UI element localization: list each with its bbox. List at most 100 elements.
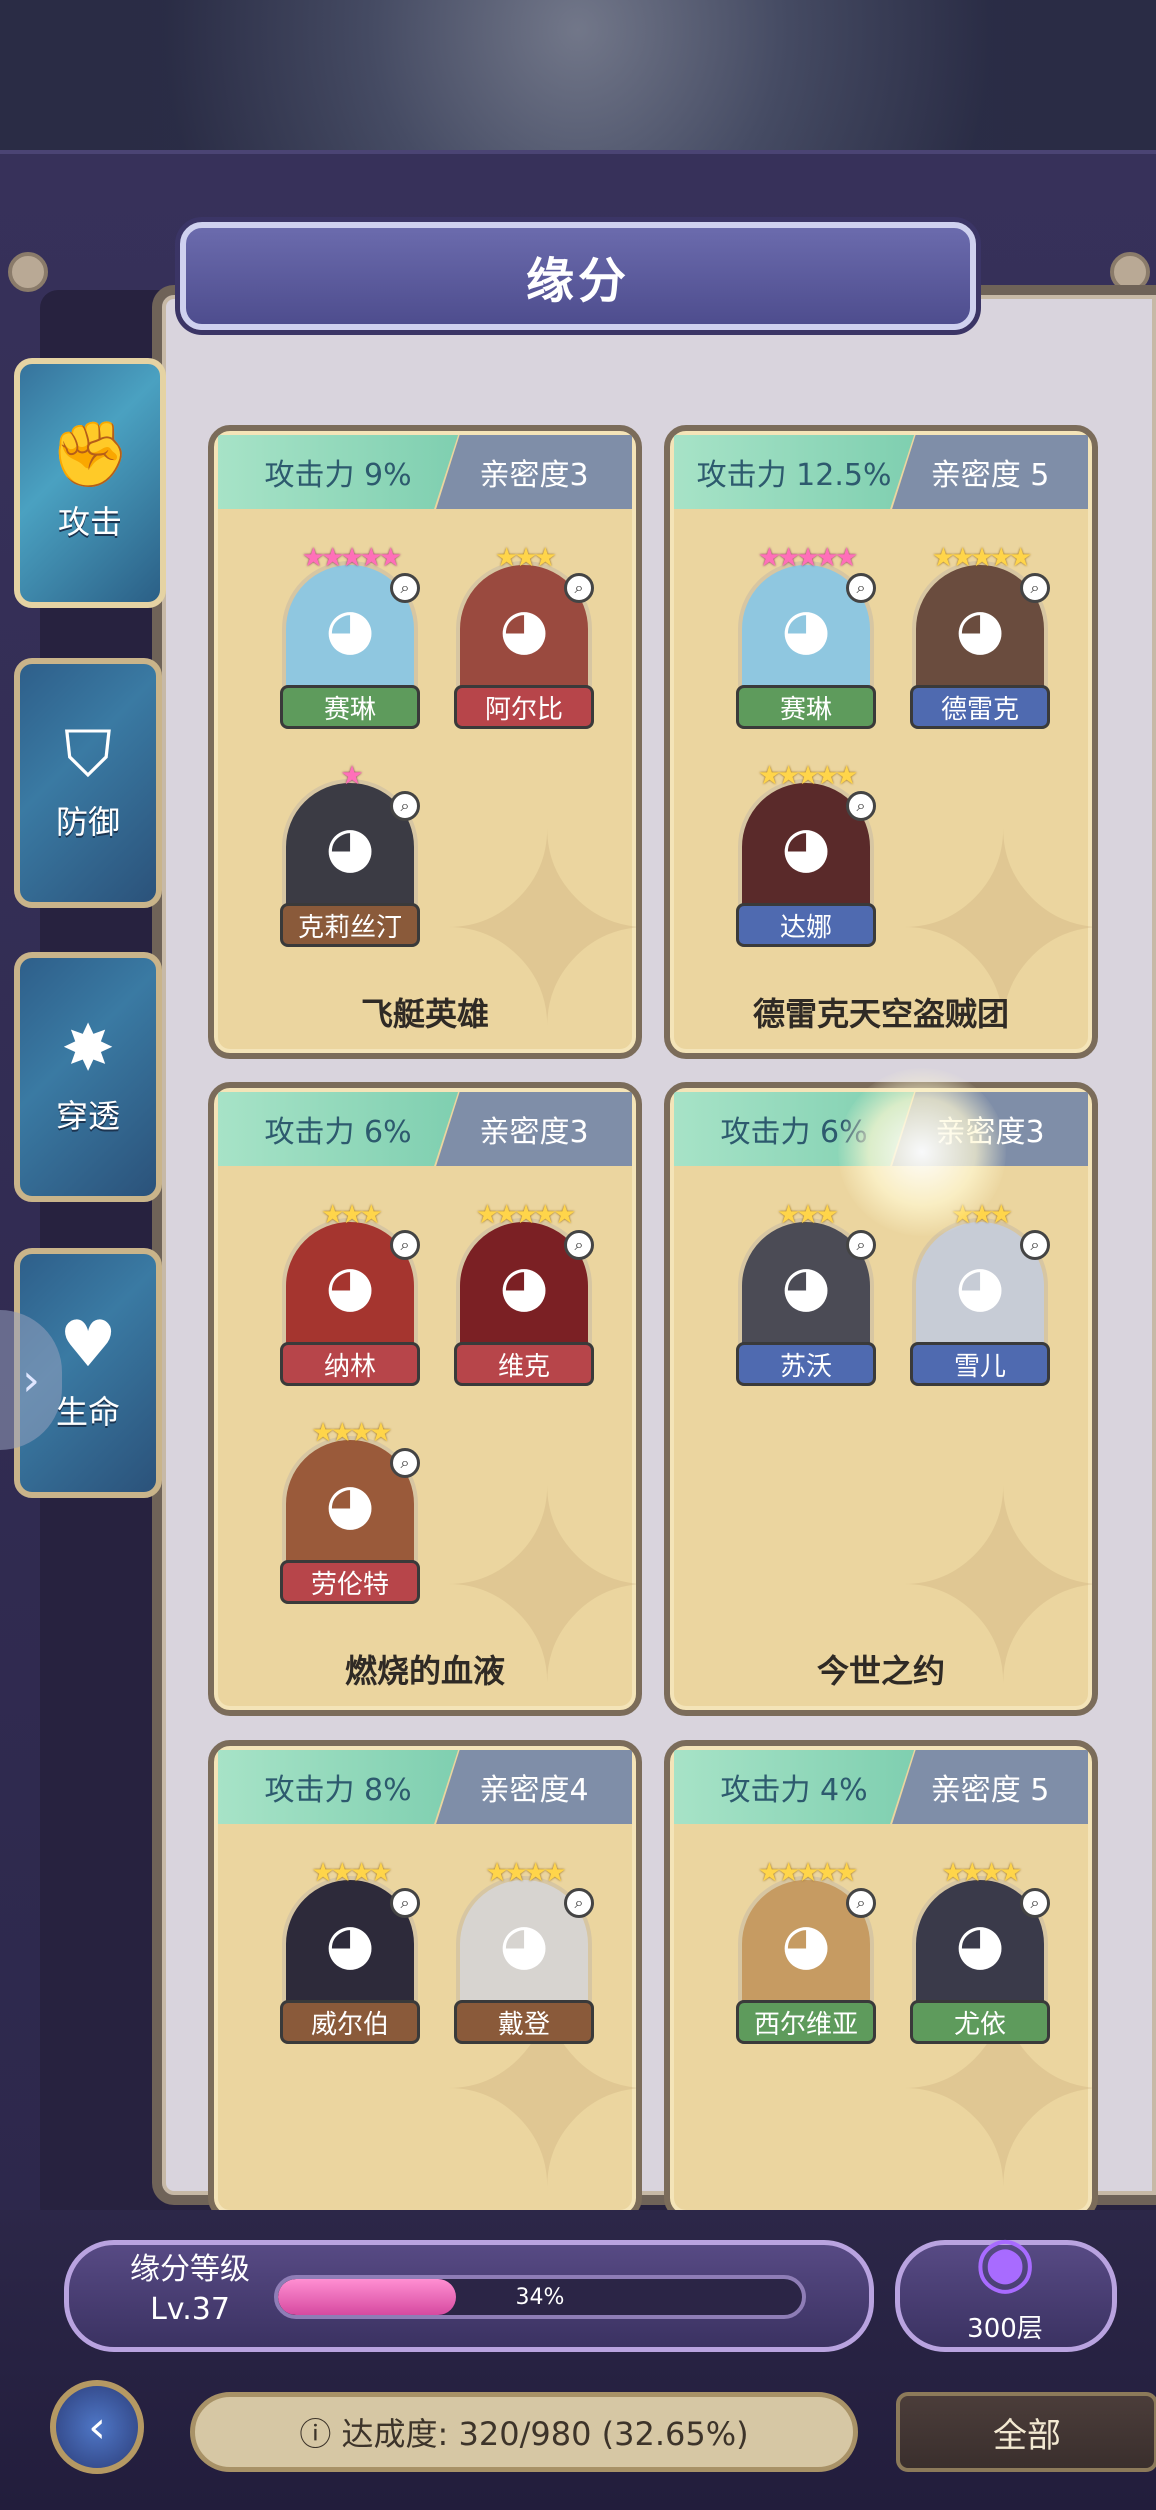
tab-penetration[interactable]: ✸ 穿透 — [14, 952, 162, 1202]
hero-face-icon: ◕ — [499, 1911, 549, 1977]
hero-slot[interactable]: ◕ ★ ⌕ 克莉丝汀 — [276, 761, 424, 947]
hero-slot[interactable]: ◕ ★★★★★ ⌕ 赛琳 — [732, 543, 880, 729]
hero-slot[interactable]: ◕ ★★★★ ⌕ 尤依 — [906, 1858, 1054, 2044]
back-arrow-icon: ‹ — [88, 2401, 106, 2453]
hero-face-icon: ◕ — [325, 814, 375, 880]
bond-level-title: 缘分等级 — [130, 2252, 250, 2287]
tab-life-label: 生命 — [55, 1393, 120, 1431]
hero-name: 德雷克 — [910, 685, 1050, 729]
hero-face-icon: ◕ — [325, 1911, 375, 1977]
hero-name: 阿尔比 — [454, 685, 594, 729]
fist-icon: ✊ — [50, 418, 130, 492]
hero-slot[interactable]: ◕ ★★★★★ ⌕ 西尔维亚 — [732, 1858, 880, 2044]
magnifier-icon[interactable]: ⌕ — [1020, 1230, 1050, 1260]
shield-icon: ⛉ — [64, 718, 112, 792]
magnifier-icon[interactable]: ⌕ — [1020, 573, 1050, 603]
tab-penetration-label: 穿透 — [55, 1097, 120, 1135]
hero-name: 赛琳 — [280, 685, 420, 729]
bond-card[interactable]: ✦ 攻击力 12.5% 亲密度 5 德雷克天空盗贼团 ◕ ★★★★★ ⌕ 赛琳 ◕ ★★★★★ ⌕ 德… — [664, 425, 1098, 1059]
hero-name: 纳林 — [280, 1342, 420, 1386]
hero-slot[interactable]: ◕ ★★★ ⌕ 苏沃 — [732, 1200, 880, 1386]
hero-name: 尤依 — [910, 2000, 1050, 2044]
bond-card-header: 攻击力 9% 亲密度3 — [218, 435, 632, 509]
magnifier-icon[interactable]: ⌕ — [564, 1230, 594, 1260]
tab-defense[interactable]: ⛉ 防御 — [14, 658, 162, 908]
magnifier-icon[interactable]: ⌕ — [564, 1888, 594, 1918]
hero-star-rating: ★★★ — [495, 543, 557, 573]
hero-name: 劳伦特 — [280, 1560, 420, 1604]
bond-card[interactable]: ✦ 攻击力 4% 亲密度 5 ◕ ★★★★★ ⌕ 西尔维亚 ◕ ★★★★ ⌕ 尤依 — [664, 1740, 1098, 2220]
hero-star-rating: ★★★★ — [941, 1858, 1022, 1888]
hero-face-icon: ◕ — [955, 596, 1005, 662]
hero-name: 戴登 — [454, 2000, 594, 2044]
magnifier-icon[interactable]: ⌕ — [390, 1230, 420, 1260]
tab-attack[interactable]: ✊ 攻击 — [14, 358, 166, 608]
tab-attack-label: 攻击 — [57, 503, 122, 541]
screen: 缘分 ✊ 攻击 ⛉ 防御 ✸ 穿透 ♥ 生命 › ✦ 攻击力 9% 亲密度3 飞艇英雄… — [0, 0, 1156, 2510]
hero-slot[interactable]: ◕ ★★★★ ⌕ 劳伦特 — [276, 1418, 424, 1604]
page-title: 缘分 — [525, 253, 630, 309]
hero-slot[interactable]: ◕ ★★★★ ⌕ 戴登 — [450, 1858, 598, 2044]
hero-star-rating: ★★★★ — [311, 1418, 392, 1448]
attack-bonus: 攻击力 6% — [218, 1092, 459, 1166]
hero-slot[interactable]: ◕ ★★★★★ ⌕ 达娜 — [732, 761, 880, 947]
bond-level-value: Lv.37 — [150, 2292, 230, 2327]
hero-name: 赛琳 — [736, 685, 876, 729]
hero-slot[interactable]: ◕ ★★★★ ⌕ 威尔伯 — [276, 1858, 424, 2044]
hero-slot[interactable]: ◕ ★★★★★ ⌕ 德雷克 — [906, 543, 1054, 729]
hero-star-rating: ★★★★★ — [757, 761, 859, 791]
hero-star-rating: ★ — [340, 761, 363, 791]
attack-bonus: 攻击力 12.5% — [674, 435, 915, 509]
magnifier-icon[interactable]: ⌕ — [390, 573, 420, 603]
magnifier-icon[interactable]: ⌕ — [846, 573, 876, 603]
hero-star-rating: ★★★★★ — [931, 543, 1033, 573]
magnifier-icon[interactable]: ⌕ — [1020, 1888, 1050, 1918]
hero-name: 威尔伯 — [280, 2000, 420, 2044]
hero-name: 苏沃 — [736, 1342, 876, 1386]
magnifier-icon[interactable]: ⌕ — [846, 1888, 876, 1918]
affinity-level: 亲密度 5 — [892, 435, 1088, 509]
hero-slot[interactable]: ◕ ★★★ ⌕ 纳林 — [276, 1200, 424, 1386]
tower-floor-label: 300层 — [967, 2314, 1043, 2344]
hero-face-icon: ◕ — [955, 1253, 1005, 1319]
filter-dropdown[interactable]: 全部 — [896, 2392, 1156, 2472]
burst-icon: ✸ — [61, 1012, 115, 1086]
attack-bonus: 攻击力 9% — [218, 435, 459, 509]
chevron-right-icon: › — [22, 1354, 40, 1406]
hero-star-rating: ★★★★ — [311, 1858, 392, 1888]
affinity-level: 亲密度 5 — [892, 1750, 1088, 1824]
magnifier-icon[interactable]: ⌕ — [390, 791, 420, 821]
achievement-rate: ⓘ 达成度: 320/980 (32.65%) — [190, 2392, 858, 2472]
magnifier-icon[interactable]: ⌕ — [846, 1230, 876, 1260]
tap-glow-effect — [838, 1068, 1006, 1236]
magnifier-icon[interactable]: ⌕ — [564, 573, 594, 603]
hero-face-icon: ◕ — [499, 1253, 549, 1319]
bond-card[interactable]: ✦ 攻击力 6% 亲密度3 燃烧的血液 ◕ ★★★ ⌕ 纳林 ◕ ★★★★★ ⌕ 维克 ◕ ★★★★ ⌕ 劳伦… — [208, 1082, 642, 1716]
hero-star-rating: ★★★ — [321, 1200, 383, 1230]
bond-name: 今世之约 — [816, 1652, 945, 1690]
attack-bonus: 攻击力 8% — [218, 1750, 459, 1824]
hero-face-icon: ◕ — [325, 1253, 375, 1319]
attack-bonus: 攻击力 4% — [674, 1750, 915, 1824]
hero-slot[interactable]: ◕ ★★★ ⌕ 阿尔比 — [450, 543, 598, 729]
hero-name: 克莉丝汀 — [280, 903, 420, 947]
hero-face-icon: ◕ — [781, 1911, 831, 1977]
hero-star-rating: ★★★★ — [485, 1858, 566, 1888]
hero-name: 雪儿 — [910, 1342, 1050, 1386]
back-button[interactable]: ‹ — [50, 2380, 144, 2474]
hero-face-icon: ◕ — [781, 596, 831, 662]
title-banner: 缘分 — [180, 222, 976, 330]
gear-left-decor — [8, 252, 48, 292]
hero-slot[interactable]: ◕ ★★★★★ ⌕ 赛琳 — [276, 543, 424, 729]
hero-face-icon: ◕ — [499, 596, 549, 662]
vortex-icon: ◉ — [974, 2220, 1036, 2302]
magnifier-icon[interactable]: ⌕ — [390, 1888, 420, 1918]
magnifier-icon[interactable]: ⌕ — [390, 1448, 420, 1478]
bond-card[interactable]: ✦ 攻击力 8% 亲密度4 ◕ ★★★★ ⌕ 威尔伯 ◕ ★★★★ ⌕ 戴登 — [208, 1740, 642, 2220]
magnifier-icon[interactable]: ⌕ — [846, 791, 876, 821]
hero-slot[interactable]: ◕ ★★★★★ ⌕ 维克 — [450, 1200, 598, 1386]
bond-card-header: 攻击力 4% 亲密度 5 — [674, 1750, 1088, 1824]
bond-level-label: 缘分等级 Lv.37 — [100, 2250, 280, 2330]
bond-card[interactable]: ✦ 攻击力 9% 亲密度3 飞艇英雄 ◕ ★★★★★ ⌕ 赛琳 ◕ ★★★ ⌕ 阿尔比 ◕ ★ ⌕ 克莉丝汀 — [208, 425, 642, 1059]
bond-card-header: 攻击力 8% 亲密度4 — [218, 1750, 632, 1824]
